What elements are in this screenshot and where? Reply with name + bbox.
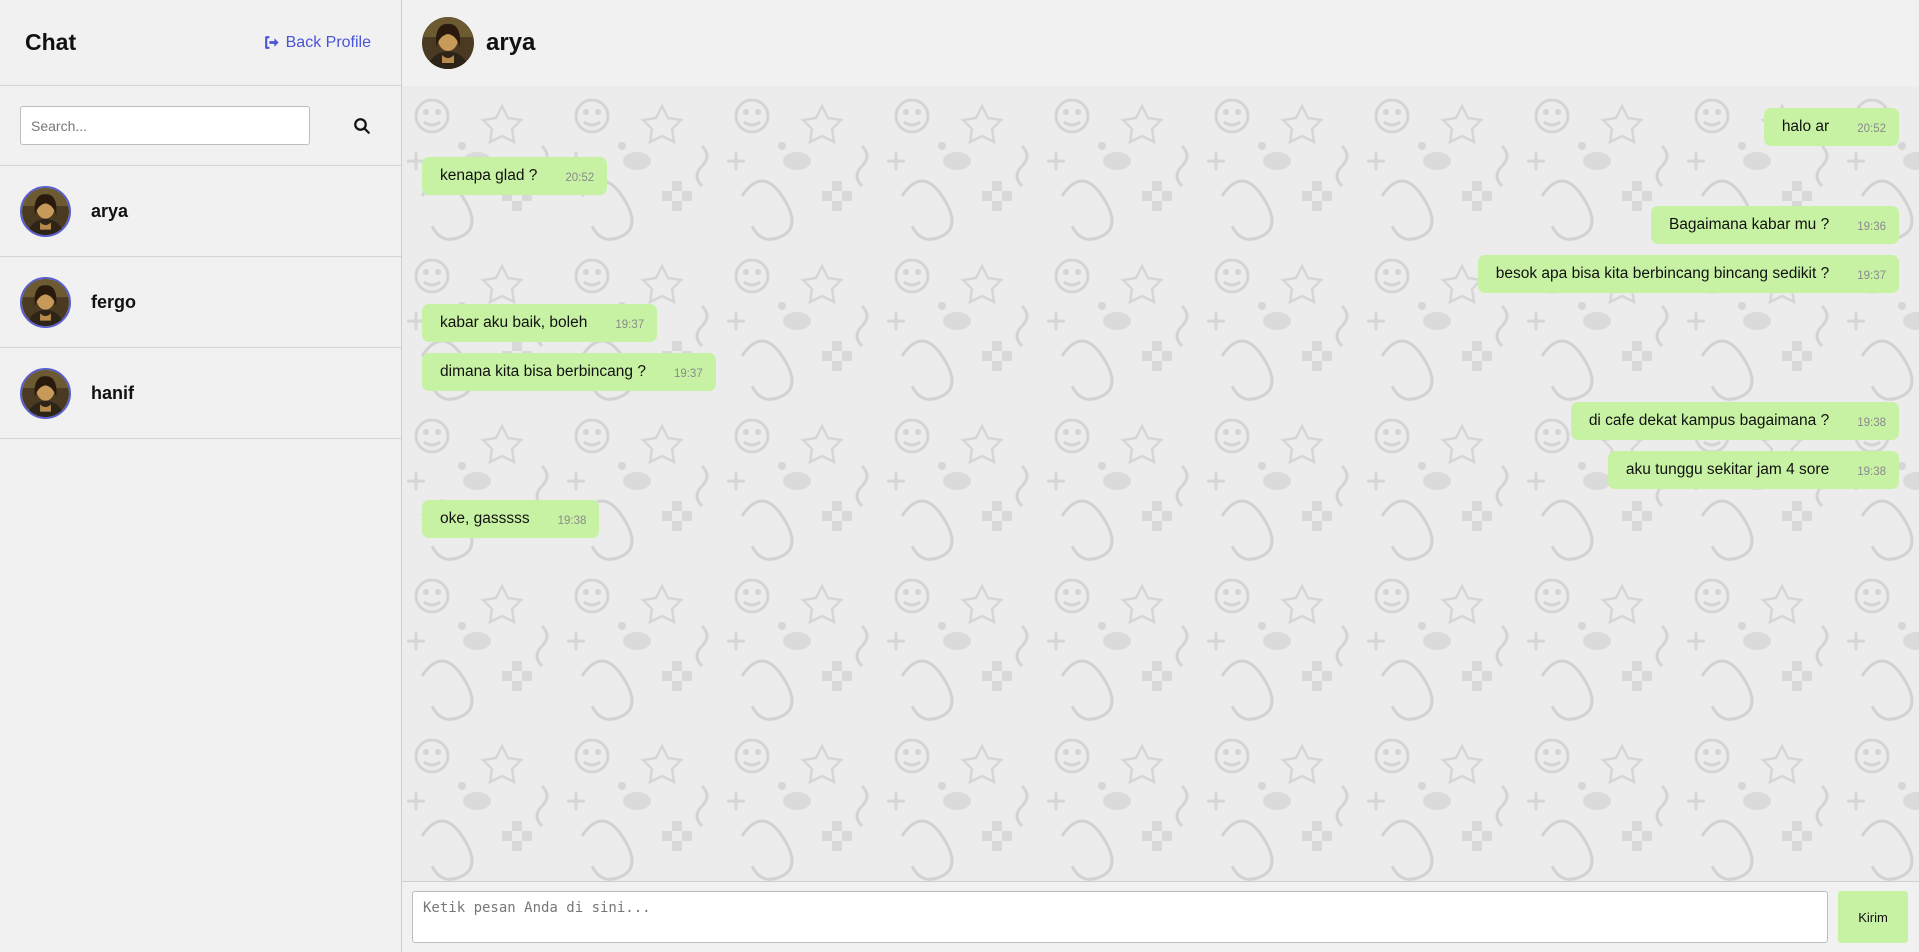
message-text: aku tunggu sekitar jam 4 sore: [1625, 461, 1830, 478]
avatar: [422, 17, 474, 69]
message-text: kabar aku baik, boleh: [440, 314, 588, 331]
message-time: 19:38: [557, 514, 587, 527]
message-row-outgoing: Bagaimana kabar mu ? 19:36: [422, 206, 1899, 255]
message-text: kenapa glad ?: [440, 167, 538, 184]
message-time: 19:36: [1857, 220, 1886, 233]
message-text: Bagaimana kabar mu ?: [1668, 216, 1830, 233]
message-row-outgoing: di cafe dekat kampus bagaimana ? 19:38: [422, 402, 1899, 451]
message-row-outgoing: aku tunggu sekitar jam 4 sore 19:38: [422, 451, 1899, 500]
message-bubble: kenapa glad ? 20:52: [422, 157, 608, 195]
contact-item-hanif[interactable]: hanif: [0, 348, 401, 439]
message-bubble: halo ar 20:52: [1763, 108, 1899, 146]
chat-panel: arya halo ar 20:52 kenapa glad ? 20:52 B…: [402, 0, 1919, 952]
avatar: [20, 185, 71, 237]
sidebar: Chat Back Profile arya fergo hanif: [0, 0, 402, 952]
message-bubble: di cafe dekat kampus bagaimana ? 19:38: [1570, 402, 1899, 440]
avatar: [20, 367, 71, 419]
search-icon: [354, 117, 370, 134]
contact-name: fergo: [91, 291, 136, 312]
message-list: halo ar 20:52 kenapa glad ? 20:52 Bagaim…: [402, 86, 1919, 549]
contact-item-arya[interactable]: arya: [0, 166, 401, 257]
contact-name: hanif: [91, 382, 134, 403]
sidebar-header: Chat Back Profile: [0, 0, 401, 86]
message-bubble: dimana kita bisa berbincang ? 19:37: [422, 353, 716, 391]
message-time: 19:38: [1857, 465, 1886, 478]
avatar: [20, 276, 71, 328]
message-input[interactable]: [412, 891, 1828, 943]
message-text: dimana kita bisa berbincang ?: [440, 363, 646, 380]
message-row-incoming: kabar aku baik, boleh 19:37: [422, 304, 1899, 353]
search-button[interactable]: [350, 114, 374, 138]
message-composer: Kirim: [402, 882, 1919, 952]
contact-name: arya: [91, 200, 129, 221]
sidebar-title: Chat: [25, 29, 77, 55]
message-bubble: oke, gasssss 19:38: [422, 500, 600, 538]
search-input[interactable]: [20, 106, 310, 145]
message-row-incoming: oke, gasssss 19:38: [422, 500, 1899, 549]
message-bubble: besok apa bisa kita berbincang bincang s…: [1477, 255, 1899, 293]
message-time: 19:38: [1857, 416, 1886, 429]
sign-out-icon: [264, 36, 279, 49]
message-area[interactable]: halo ar 20:52 kenapa glad ? 20:52 Bagaim…: [402, 86, 1919, 882]
message-time: 19:37: [1857, 269, 1886, 282]
message-bubble: Bagaimana kabar mu ? 19:36: [1650, 206, 1899, 244]
message-text: di cafe dekat kampus bagaimana ?: [1588, 412, 1830, 429]
message-row-incoming: dimana kita bisa berbincang ? 19:37: [422, 353, 1899, 402]
message-bubble: aku tunggu sekitar jam 4 sore 19:38: [1607, 451, 1899, 489]
message-time: 19:37: [615, 318, 645, 331]
message-row-outgoing: besok apa bisa kita berbincang bincang s…: [422, 255, 1899, 304]
search-bar: [0, 86, 401, 166]
message-text: halo ar: [1781, 118, 1830, 135]
chat-header: arya: [402, 0, 1919, 86]
contact-item-fergo[interactable]: fergo: [0, 257, 401, 348]
message-text: oke, gasssss: [440, 510, 530, 527]
back-profile-label: Back Profile: [285, 33, 371, 51]
message-row-outgoing: halo ar 20:52: [422, 108, 1899, 157]
back-profile-link[interactable]: Back Profile: [263, 34, 371, 52]
message-bubble: kabar aku baik, boleh 19:37: [422, 304, 658, 342]
chat-contact-name: arya: [486, 29, 536, 56]
message-text: besok apa bisa kita berbincang bincang s…: [1495, 265, 1830, 282]
message-row-incoming: kenapa glad ? 20:52: [422, 157, 1899, 206]
message-time: 20:52: [1857, 122, 1886, 135]
message-time: 20:52: [565, 171, 595, 184]
message-time: 19:37: [673, 367, 703, 380]
send-button[interactable]: Kirim: [1838, 891, 1908, 943]
